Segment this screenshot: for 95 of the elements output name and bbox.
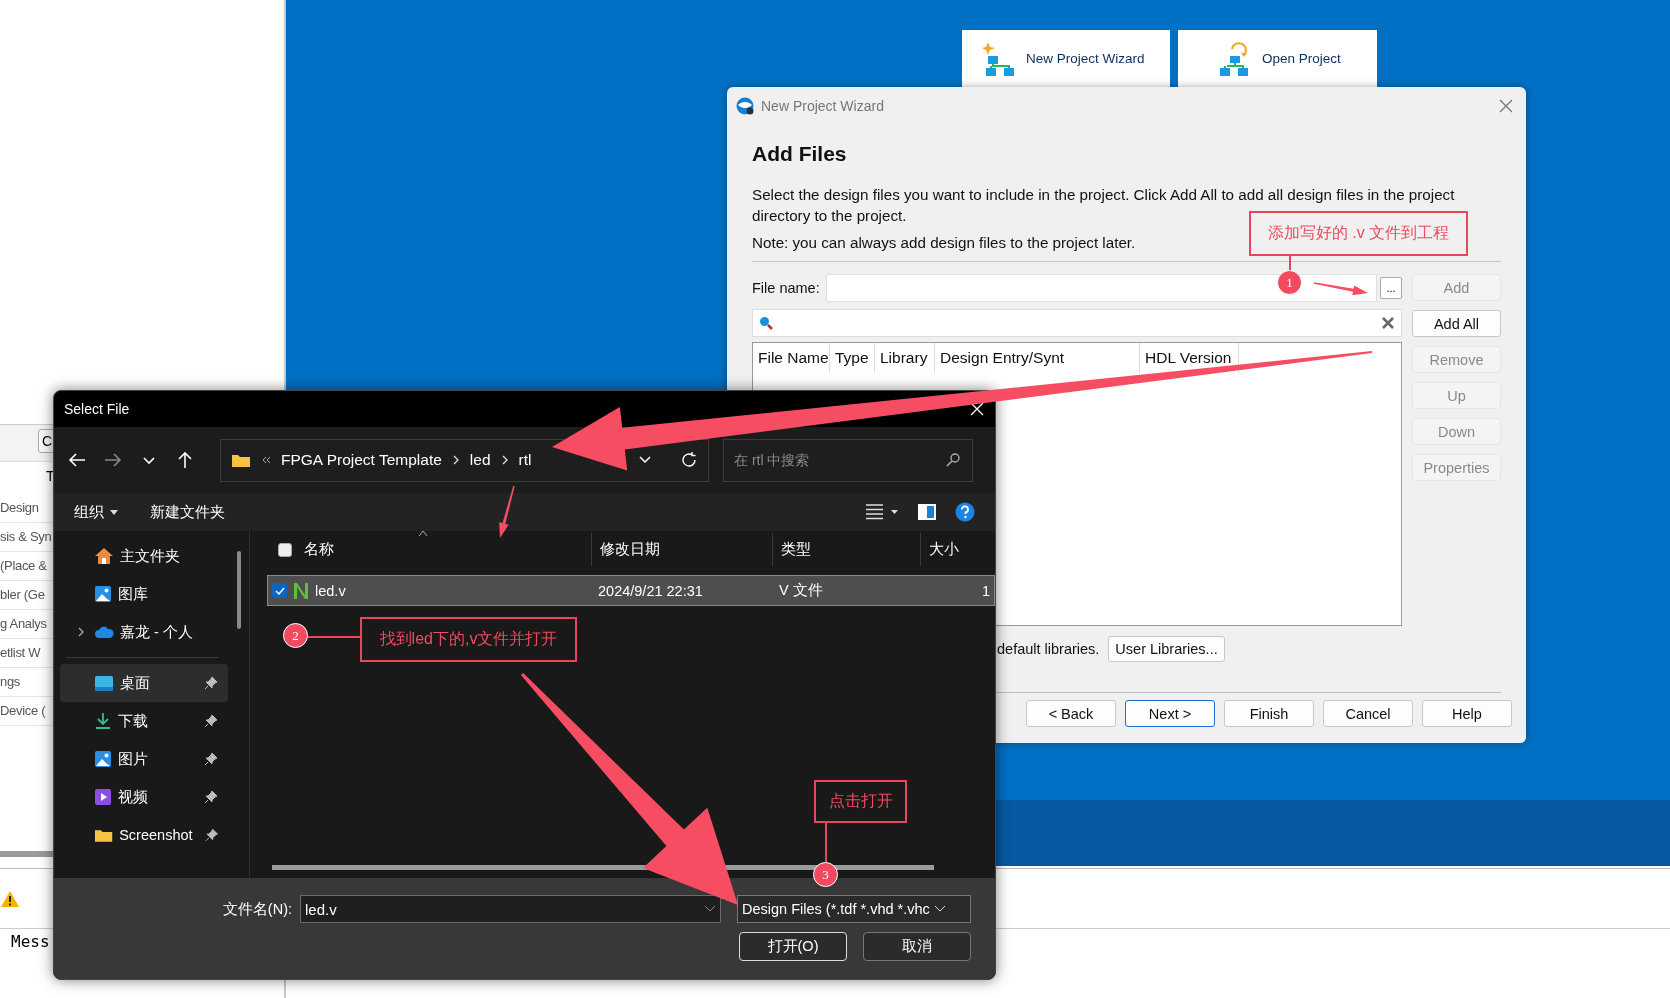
- download-icon: [94, 712, 112, 730]
- sort-icon: [418, 529, 428, 537]
- new-project-icon: [982, 40, 1016, 77]
- breadcrumb[interactable]: rtl: [518, 451, 532, 469]
- scrollbar[interactable]: [237, 551, 241, 629]
- caret-icon: [110, 509, 118, 515]
- view-icon[interactable]: [865, 503, 899, 521]
- messages-label: Mess: [11, 932, 50, 951]
- column-header[interactable]: 修改日期: [600, 540, 660, 559]
- user-libraries-button[interactable]: User Libraries...: [1108, 636, 1225, 662]
- start-button[interactable]: Open Project: [1178, 30, 1377, 87]
- nav-item[interactable]: 下载: [60, 702, 228, 740]
- preview-pane-icon[interactable]: [917, 503, 937, 521]
- nav-item[interactable]: 图片: [60, 740, 228, 778]
- pin-icon[interactable]: [204, 676, 218, 690]
- image-icon: [94, 750, 112, 768]
- window-title: New Project Wizard: [761, 97, 884, 114]
- folder-icon: [231, 452, 251, 468]
- pin-icon[interactable]: [204, 828, 218, 842]
- nav-item[interactable]: 视频: [60, 778, 228, 816]
- nav-button[interactable]: Cancel: [1323, 700, 1413, 727]
- search-icon: [759, 316, 773, 330]
- chevron-icon: [500, 455, 509, 465]
- new-folder-button[interactable]: 新建文件夹: [150, 502, 225, 522]
- home-icon: [94, 547, 114, 565]
- leader-line: [307, 636, 361, 638]
- caret-icon: [933, 905, 946, 913]
- breadcrumb[interactable]: FPGA Project Template: [281, 451, 442, 469]
- file-row[interactable]: led.v 2024/9/21 22:31 V 文件 1: [267, 575, 995, 606]
- libraries-text: default libraries.: [997, 641, 1100, 657]
- window-title: Select File: [64, 401, 130, 417]
- select-all-checkbox[interactable]: [278, 542, 292, 557]
- column-header[interactable]: 类型: [781, 540, 811, 559]
- cancel-button[interactable]: 取消: [863, 932, 971, 961]
- nav-item[interactable]: 嘉龙 - 个人: [60, 613, 228, 651]
- filter-field[interactable]: [752, 309, 1402, 337]
- pin-icon[interactable]: [204, 790, 218, 804]
- nav-button[interactable]: Help: [1422, 700, 1512, 727]
- globe-icon: [735, 95, 755, 116]
- callout-note: 添加写好的 .v 文件到工程: [1249, 211, 1468, 256]
- note-text: Note: you can always add design files to the project later.: [752, 233, 1136, 253]
- overflow-icon[interactable]: [261, 455, 271, 465]
- chevron-icon: [451, 455, 460, 465]
- cloud-icon: [94, 625, 114, 639]
- row-checkbox[interactable]: [272, 583, 287, 598]
- pin-icon[interactable]: [204, 752, 218, 766]
- page-heading: Add Files: [752, 142, 847, 166]
- nav-item[interactable]: 桌面: [60, 664, 228, 702]
- file-type: V 文件: [778, 581, 824, 600]
- nav-item[interactable]: 主文件夹: [60, 537, 228, 575]
- column-header[interactable]: Type: [830, 343, 875, 373]
- file-size: 1: [980, 582, 991, 599]
- video-icon: [94, 788, 112, 806]
- nav-button[interactable]: Finish: [1224, 700, 1314, 727]
- search-icon: [945, 451, 961, 468]
- side-button[interactable]: Add All: [1412, 310, 1501, 337]
- breadcrumb[interactable]: led: [469, 451, 491, 469]
- pin-icon[interactable]: [204, 714, 218, 728]
- desktop-icon: [94, 674, 114, 692]
- help-icon[interactable]: [955, 502, 975, 522]
- refresh-icon[interactable]: [680, 451, 698, 469]
- column-header[interactable]: 名称: [304, 540, 334, 559]
- file-name-field[interactable]: [825, 273, 1377, 302]
- column-header[interactable]: 大小: [929, 540, 959, 559]
- file-date: 2024/9/21 22:31: [597, 582, 704, 599]
- nav-item[interactable]: 图库: [60, 575, 228, 613]
- column-header[interactable]: Design Entry/Synt: [935, 343, 1140, 373]
- open-button[interactable]: 打开(O): [739, 932, 847, 961]
- clear-icon[interactable]: [1381, 316, 1395, 330]
- caret-icon[interactable]: [704, 905, 716, 913]
- nav-button[interactable]: < Back: [1026, 700, 1116, 727]
- field-label: File name:: [752, 279, 820, 296]
- folder-icon: [94, 827, 114, 843]
- callout-note: 找到led下的,v文件并打开: [360, 617, 577, 662]
- annotation-arrow: [1313, 282, 1368, 296]
- warning-icon[interactable]: [0, 889, 20, 909]
- file-name-field[interactable]: led.v: [300, 895, 721, 923]
- column-header[interactable]: Library: [875, 343, 935, 373]
- file-type-dropdown[interactable]: Design Files (*.tdf *.vhd *.vhc: [737, 895, 971, 923]
- close-icon[interactable]: [969, 401, 985, 417]
- leader-line: [1289, 255, 1291, 272]
- file-icon: [293, 581, 309, 600]
- nav-item[interactable]: Screenshot: [60, 816, 228, 854]
- annotation-arrow: [499, 485, 515, 538]
- column-header[interactable]: File Name: [753, 343, 830, 373]
- leader-line: [825, 822, 827, 863]
- file-name: led.v: [315, 582, 346, 599]
- field-label: 文件名(N):: [222, 899, 292, 919]
- callout-note: 点击打开: [814, 780, 907, 823]
- search-field[interactable]: 在 rtl 中搜索: [723, 438, 973, 482]
- start-button[interactable]: New Project Wizard: [962, 30, 1170, 87]
- browse-button[interactable]: ...: [1380, 276, 1402, 299]
- nav-button[interactable]: Next >: [1125, 700, 1215, 727]
- image-icon: [94, 585, 112, 603]
- organize-menu[interactable]: 组织: [74, 502, 118, 522]
